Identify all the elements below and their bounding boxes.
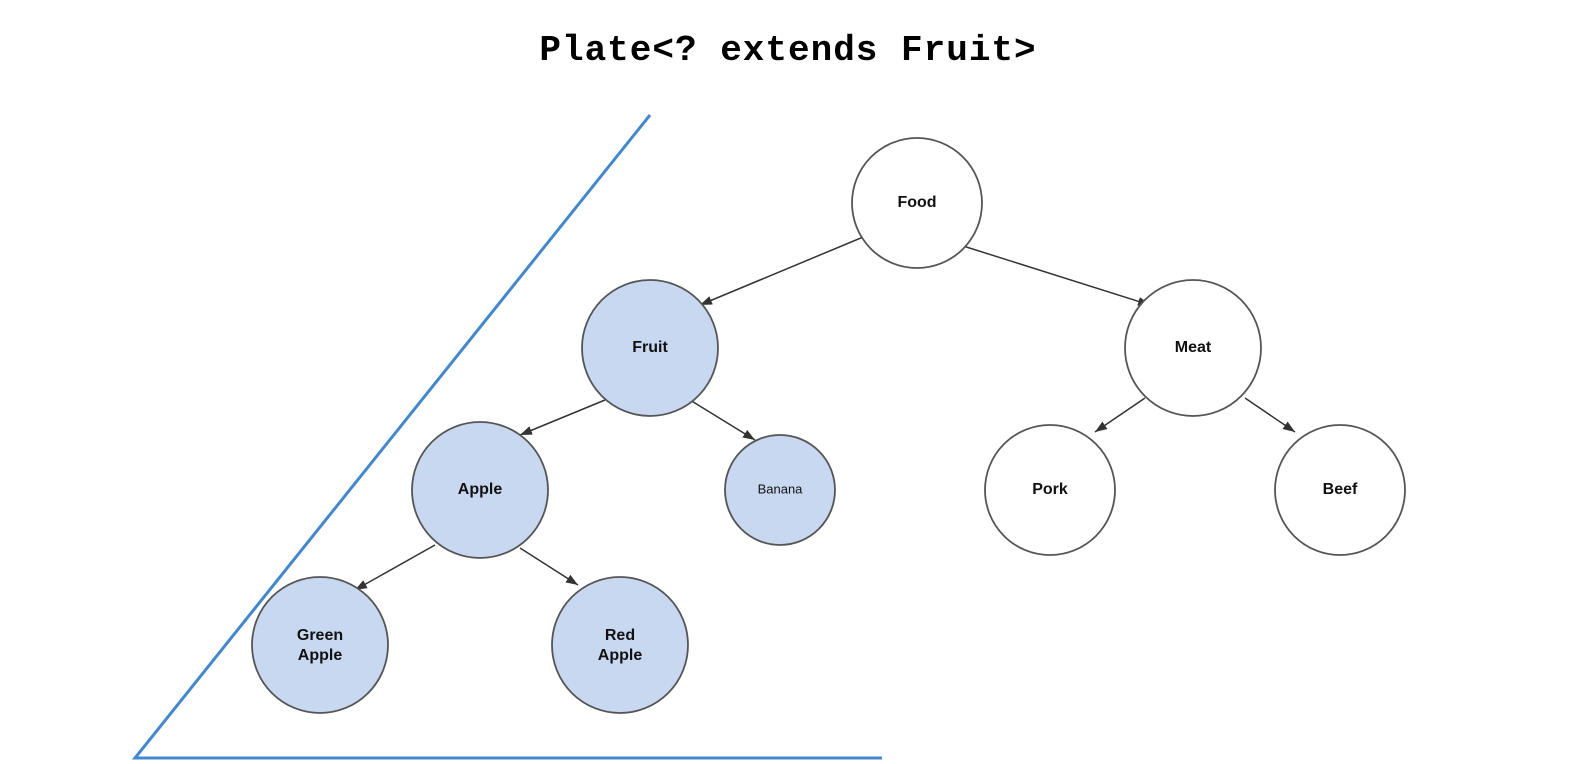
label-greenapple-2: Apple <box>298 647 343 664</box>
main-canvas: Plate<? extends Fruit> Food Fruit <box>0 0 1576 764</box>
label-apple: Apple <box>458 481 503 498</box>
arrow-meat-beef <box>1245 398 1295 432</box>
arrow-fruit-banana <box>690 400 755 440</box>
label-meat: Meat <box>1175 339 1212 356</box>
node-greenapple <box>252 577 388 713</box>
arrow-apple-greenapple <box>355 545 435 590</box>
label-pork: Pork <box>1032 481 1068 498</box>
arrow-apple-redapple <box>520 548 578 585</box>
label-banana: Banana <box>758 481 804 496</box>
label-redapple-2: Apple <box>598 647 643 664</box>
arrow-food-meat <box>960 245 1150 305</box>
label-beef: Beef <box>1323 481 1358 498</box>
arrow-fruit-apple <box>520 400 605 435</box>
arrow-meat-pork <box>1095 398 1145 432</box>
label-food: Food <box>897 194 936 211</box>
diagram: Food Fruit Meat Apple Banana Pork Beef G… <box>0 0 1576 764</box>
label-fruit: Fruit <box>632 339 668 356</box>
node-redapple <box>552 577 688 713</box>
label-redapple-1: Red <box>605 627 635 644</box>
arrow-food-fruit <box>700 230 880 305</box>
label-greenapple-1: Green <box>297 627 343 644</box>
